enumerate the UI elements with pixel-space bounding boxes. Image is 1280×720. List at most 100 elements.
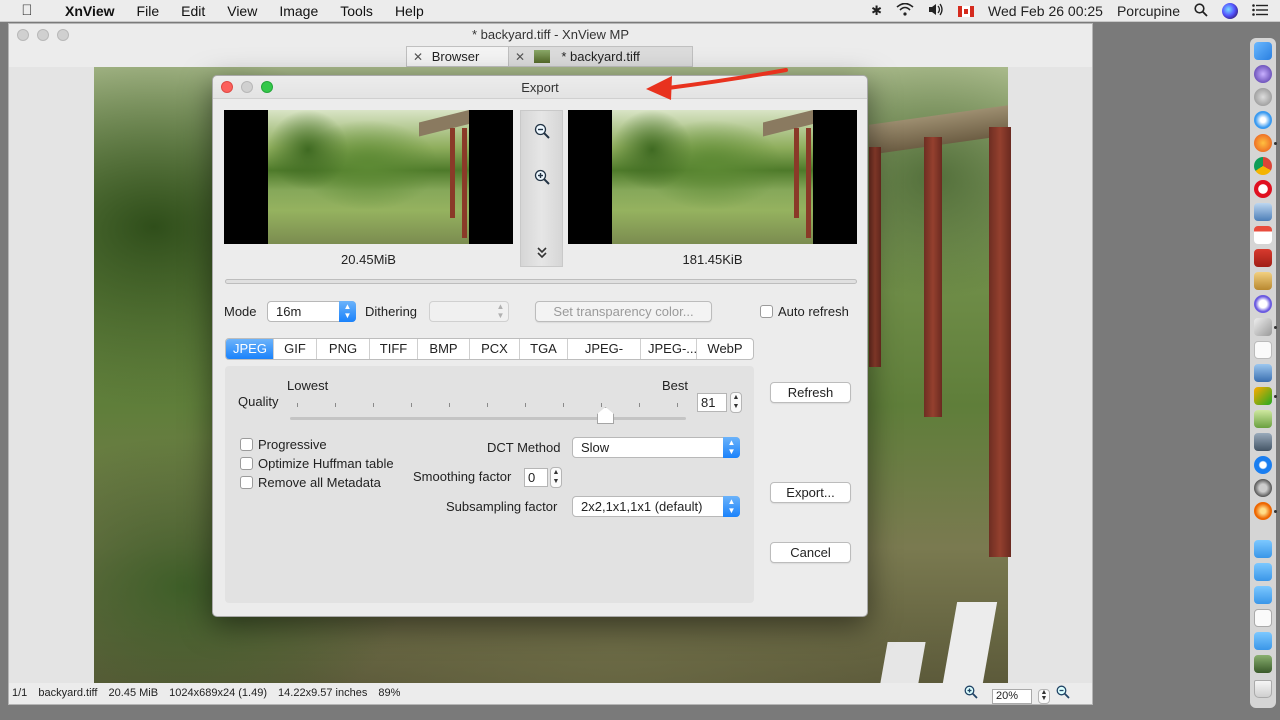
folder-icon[interactable] (1254, 632, 1272, 650)
siri-icon[interactable] (1222, 3, 1238, 19)
zoom-in-icon[interactable] (964, 685, 978, 707)
refresh-button[interactable]: Refresh (770, 382, 851, 403)
user-name[interactable]: Porcupine (1117, 3, 1180, 19)
clock[interactable]: Wed Feb 26 00:25 (988, 3, 1103, 19)
remove-metadata-label: Remove all Metadata (258, 475, 381, 490)
bbedit-icon[interactable] (1254, 295, 1272, 313)
opera-icon[interactable] (1254, 180, 1272, 198)
select-arrows-icon: ▲ ▼ (339, 301, 356, 322)
tab-tga[interactable]: TGA (520, 339, 568, 359)
trash-icon[interactable] (1254, 680, 1272, 698)
tab-jpeg[interactable]: JPEG (226, 339, 274, 359)
dct-method-select[interactable]: Slow ▲ ▼ (572, 437, 740, 458)
zoom-stepper[interactable]: ▲ ▼ (1038, 688, 1050, 704)
minimize-dialog-button (241, 81, 253, 93)
chevron-down-icon[interactable] (532, 245, 552, 265)
dock (1250, 38, 1277, 708)
dithering-select[interactable]: ▲ ▼ (429, 301, 509, 322)
original-preview[interactable] (224, 110, 513, 244)
close-dialog-button[interactable] (221, 81, 233, 93)
app-menu[interactable]: XnView (54, 3, 126, 19)
apple-menu-icon[interactable]:  (0, 2, 54, 19)
calendar-icon[interactable] (1254, 226, 1272, 244)
input-source-flag-icon[interactable] (958, 5, 975, 17)
menu-image[interactable]: Image (268, 3, 329, 19)
menu-file[interactable]: File (126, 3, 171, 19)
folder-icon[interactable] (1254, 563, 1272, 581)
close-window-button[interactable] (17, 29, 29, 41)
select-arrows-icon: ▲ ▼ (496, 302, 505, 320)
zoom-window-button[interactable] (57, 29, 69, 41)
tab-pcx[interactable]: PCX (470, 339, 520, 359)
optimize-huffman-label: Optimize Huffman table (258, 456, 394, 471)
porch-post (924, 137, 942, 417)
launchpad-icon[interactable] (1254, 88, 1272, 106)
image-capture-icon[interactable] (1254, 364, 1272, 382)
app-store-icon[interactable] (1254, 456, 1272, 474)
export-button[interactable]: Export... (770, 482, 851, 503)
auto-refresh-checkbox[interactable] (760, 305, 773, 318)
xnview-icon[interactable] (1254, 387, 1272, 405)
minimize-window-button[interactable] (37, 29, 49, 41)
chrome-icon[interactable] (1254, 157, 1272, 175)
preview-icon[interactable] (1254, 203, 1272, 221)
menu-help[interactable]: Help (384, 3, 435, 19)
screenshot-icon[interactable] (1254, 433, 1272, 451)
folder-icon[interactable] (1254, 586, 1272, 604)
zoom-level-field[interactable]: 20% (992, 688, 1032, 704)
notes-icon[interactable] (1254, 272, 1272, 290)
bluetooth-icon[interactable]: ✱ (871, 3, 882, 19)
dct-method-value: Slow (581, 440, 610, 455)
tab-jpeg-xr[interactable]: JPEG-... (641, 339, 697, 359)
wifi-icon[interactable] (896, 2, 914, 19)
progressive-checkbox[interactable] (240, 438, 253, 451)
folder-icon[interactable] (1254, 540, 1272, 558)
volume-icon[interactable] (928, 3, 944, 19)
zoom-in-icon[interactable] (532, 169, 552, 189)
siri-dock-icon[interactable] (1254, 65, 1272, 83)
document-icon[interactable] (1254, 609, 1272, 627)
tab-tiff[interactable]: TIFF (370, 339, 418, 359)
menu-view[interactable]: View (216, 3, 268, 19)
image-file-icon[interactable] (1254, 655, 1272, 673)
firefox-icon[interactable] (1254, 134, 1272, 152)
safari-icon[interactable] (1254, 111, 1272, 129)
cancel-button[interactable]: Cancel (770, 542, 851, 563)
subsampling-factor-select[interactable]: 2x2,1x1,1x1 (default) ▲ ▼ (572, 496, 740, 517)
mode-select[interactable]: 16m ▲ ▼ (267, 301, 356, 322)
acrobat-icon[interactable] (1254, 249, 1272, 267)
textedit-icon[interactable] (1254, 341, 1272, 359)
quality-slider-track[interactable] (290, 417, 686, 420)
dct-method-label: DCT Method (487, 440, 561, 455)
tab-webp[interactable]: WebP (697, 339, 753, 359)
smoothing-factor-input[interactable]: 0 (524, 468, 548, 487)
smoothing-stepper[interactable]: ▲ ▼ (550, 467, 562, 488)
photos-icon[interactable] (1254, 410, 1272, 428)
window-titlebar[interactable]: * backyard.tiff - XnView MP (9, 24, 1092, 46)
zoom-out-icon[interactable] (532, 123, 552, 143)
system-preferences-icon[interactable] (1254, 479, 1272, 497)
notification-center-icon[interactable] (1252, 3, 1268, 19)
zoom-dialog-button[interactable] (261, 81, 273, 93)
utility-icon[interactable] (1254, 318, 1272, 336)
spotlight-search-icon[interactable] (1194, 2, 1208, 20)
close-tab-icon[interactable]: ✕ (515, 50, 525, 64)
finder-icon[interactable] (1254, 42, 1272, 60)
tab-gif[interactable]: GIF (274, 339, 317, 359)
set-transparency-color-button[interactable]: Set transparency color... (535, 301, 712, 322)
menu-tools[interactable]: Tools (329, 3, 384, 19)
tab-bmp[interactable]: BMP (418, 339, 470, 359)
zoom-out-icon[interactable] (1056, 685, 1070, 707)
menu-edit[interactable]: Edit (170, 3, 216, 19)
optimize-huffman-checkbox[interactable] (240, 457, 253, 470)
remove-metadata-checkbox[interactable] (240, 476, 253, 489)
fence-post (880, 642, 926, 683)
tab-png[interactable]: PNG (317, 339, 370, 359)
quality-input[interactable]: 81 (697, 393, 727, 412)
tab-browser[interactable]: ✕ Browser (406, 46, 509, 67)
close-tab-icon[interactable]: ✕ (413, 50, 423, 64)
export-preview[interactable] (568, 110, 857, 244)
vlc-icon[interactable] (1254, 502, 1272, 520)
quality-stepper[interactable]: ▲ ▼ (730, 392, 742, 413)
tab-jpeg-2000[interactable]: JPEG-20... (568, 339, 641, 359)
